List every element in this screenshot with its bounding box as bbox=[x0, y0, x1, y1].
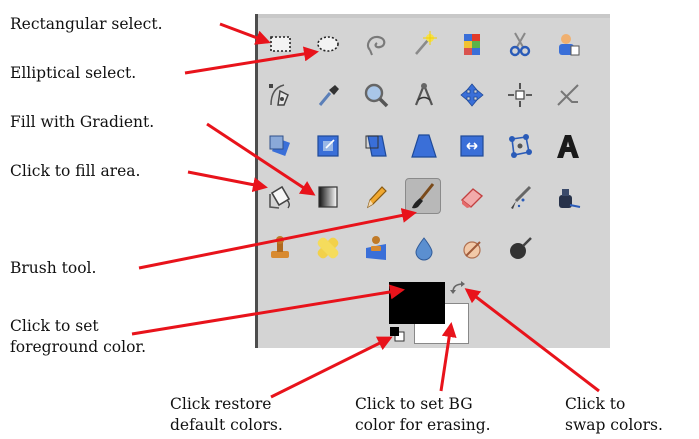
foreground-color-swatch[interactable] bbox=[389, 282, 445, 324]
select-by-color-icon bbox=[464, 34, 480, 55]
tool-cage-transform[interactable] bbox=[502, 128, 538, 164]
label-fg-color-line1: Click to set bbox=[10, 317, 99, 335]
label-gradient: Fill with Gradient. bbox=[10, 113, 155, 131]
scale-icon bbox=[317, 135, 339, 157]
label-swap-colors-line2: swap colors. bbox=[565, 416, 663, 434]
paths-icon bbox=[269, 84, 289, 106]
tool-color-picker[interactable] bbox=[310, 77, 346, 113]
fuzzy-select-icon bbox=[415, 31, 437, 55]
label-bucket-fill: Click to fill area. bbox=[10, 162, 141, 180]
text-icon bbox=[557, 135, 579, 158]
color-picker-icon bbox=[318, 85, 339, 106]
alignment-icon bbox=[508, 83, 532, 107]
tool-smudge[interactable] bbox=[454, 230, 490, 266]
bucket-fill-icon bbox=[269, 185, 291, 209]
label-bg-color-line1: Click to set BG bbox=[355, 395, 473, 413]
perspective-icon bbox=[411, 134, 437, 158]
tool-perspective[interactable] bbox=[406, 128, 442, 164]
smudge-icon bbox=[463, 241, 481, 259]
label-swap-colors-line1: Click to bbox=[565, 395, 626, 413]
shear-icon bbox=[365, 135, 387, 157]
label-default-colors-line2: default colors. bbox=[170, 416, 283, 434]
tool-zoom[interactable] bbox=[358, 77, 394, 113]
heal-icon bbox=[317, 237, 339, 259]
toolbox-left-edge bbox=[255, 14, 258, 348]
tool-blend[interactable] bbox=[310, 179, 346, 215]
tool-eraser[interactable] bbox=[454, 179, 490, 215]
airbrush-icon bbox=[511, 185, 532, 209]
clone-icon bbox=[271, 236, 289, 258]
tool-clone[interactable] bbox=[262, 230, 298, 266]
tool-blur-sharpen[interactable] bbox=[406, 230, 442, 266]
arrow-bucket-fill bbox=[187, 170, 268, 193]
tool-text[interactable] bbox=[550, 128, 586, 164]
tool-scale[interactable] bbox=[310, 128, 346, 164]
default-colors-button[interactable] bbox=[389, 326, 407, 344]
move-icon bbox=[460, 83, 484, 107]
perspective-clone-icon bbox=[366, 236, 386, 260]
tool-heal[interactable] bbox=[310, 230, 346, 266]
tool-perspective-clone[interactable] bbox=[358, 230, 394, 266]
swap-colors-button[interactable] bbox=[450, 280, 468, 296]
tool-free-select[interactable] bbox=[358, 26, 394, 62]
cage-transform-icon bbox=[509, 134, 532, 158]
label-brush: Brush tool. bbox=[10, 259, 97, 277]
swap-colors-icon bbox=[450, 281, 465, 294]
tool-alignment[interactable] bbox=[502, 77, 538, 113]
blend-icon bbox=[318, 186, 338, 208]
flip-icon bbox=[460, 135, 484, 157]
pencil-icon bbox=[367, 186, 387, 209]
tool-crop[interactable] bbox=[550, 77, 586, 113]
tool-paintbrush[interactable] bbox=[405, 178, 441, 214]
tool-paths[interactable] bbox=[262, 77, 298, 113]
tool-airbrush[interactable] bbox=[502, 179, 538, 215]
scissors-select-icon bbox=[509, 32, 531, 57]
tool-bucket-fill[interactable] bbox=[262, 179, 298, 215]
tool-fuzzy-select[interactable] bbox=[406, 26, 442, 62]
tool-rect-select[interactable] bbox=[262, 26, 298, 62]
label-swap-colors: Click to swap colors. bbox=[565, 394, 663, 436]
tool-flip[interactable] bbox=[454, 128, 490, 164]
tool-select-by-color[interactable] bbox=[454, 26, 490, 62]
label-fg-color: Click to set foreground color. bbox=[10, 316, 146, 358]
measure-icon bbox=[414, 83, 434, 106]
label-default-colors-line1: Click restore bbox=[170, 395, 272, 413]
tool-foreground-select[interactable] bbox=[550, 26, 586, 62]
default-colors-icon bbox=[390, 327, 405, 342]
label-fg-color-line2: foreground color. bbox=[10, 338, 147, 356]
tool-dodge-burn[interactable] bbox=[502, 230, 538, 266]
rotate-icon bbox=[269, 135, 290, 156]
foreground-select-icon bbox=[559, 34, 580, 56]
eraser-icon bbox=[460, 188, 484, 208]
label-ellipse-select: Elliptical select. bbox=[10, 64, 137, 82]
rect-select-icon bbox=[270, 36, 291, 52]
label-bg-color: Click to set BG color for erasing. bbox=[355, 394, 491, 436]
free-select-icon bbox=[366, 35, 386, 56]
tool-shear[interactable] bbox=[358, 128, 394, 164]
tool-ellipse-select[interactable] bbox=[310, 26, 346, 62]
ellipse-select-icon bbox=[317, 36, 339, 52]
dodge-burn-icon bbox=[510, 237, 532, 259]
paintbrush-icon bbox=[412, 183, 435, 209]
label-bg-color-line2: color for erasing. bbox=[355, 416, 491, 434]
tool-scissors-select[interactable] bbox=[502, 26, 538, 62]
crop-icon bbox=[557, 84, 579, 106]
ink-icon bbox=[559, 189, 581, 208]
tool-pencil[interactable] bbox=[358, 179, 394, 215]
blur-sharpen-icon bbox=[415, 237, 433, 261]
tool-measure[interactable] bbox=[406, 77, 442, 113]
toolbox-top-strip bbox=[257, 14, 610, 18]
tool-move[interactable] bbox=[454, 77, 490, 113]
label-default-colors: Click restore default colors. bbox=[170, 394, 283, 436]
label-rect-select: Rectangular select. bbox=[10, 15, 163, 33]
tool-rotate[interactable] bbox=[262, 128, 298, 164]
zoom-icon bbox=[364, 83, 389, 108]
tool-ink[interactable] bbox=[550, 179, 586, 215]
